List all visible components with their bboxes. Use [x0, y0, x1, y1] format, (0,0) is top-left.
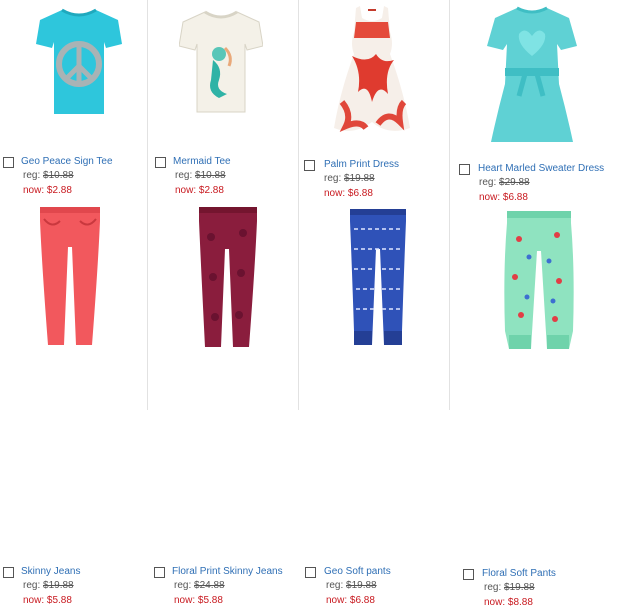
sale-price: now: $6.88 [324, 188, 373, 199]
regular-price: reg: $19.88 [324, 173, 375, 184]
select-checkbox[interactable] [3, 567, 14, 578]
product-name-link[interactable]: Floral Soft Pants [482, 568, 556, 579]
product-image[interactable] [332, 2, 412, 138]
product-card[interactable]: Heart Marled Sweater Dress reg: $29.88 n… [453, 0, 604, 203]
sale-price: now: $2.88 [23, 185, 72, 196]
sale-price: now: $6.88 [479, 192, 528, 203]
product-name-link[interactable]: Floral Print Skinny Jeans [172, 566, 283, 577]
product-name-link[interactable]: Heart Marled Sweater Dress [478, 163, 604, 174]
product-image[interactable] [485, 4, 579, 146]
product-name-link[interactable]: Palm Print Dress [324, 159, 399, 170]
product-card[interactable]: Geo Soft pants reg: $19.88 now: $6.88 [302, 205, 452, 606]
product-card[interactable]: Floral Print Skinny Jeans reg: $24.88 no… [151, 205, 301, 606]
product-image[interactable] [34, 207, 106, 347]
select-checkbox[interactable] [304, 160, 315, 171]
regular-price: reg: $10.88 [23, 170, 74, 181]
product-name-link[interactable]: Geo Peace Sign Tee [21, 156, 113, 167]
select-checkbox[interactable] [155, 157, 166, 168]
product-card[interactable]: Geo Peace Sign Tee reg: $10.88 now: $2.8… [0, 0, 150, 200]
product-image[interactable] [346, 209, 410, 347]
sale-price: now: $6.88 [326, 595, 375, 606]
regular-price: reg: $29.88 [479, 177, 530, 188]
select-checkbox[interactable] [459, 164, 470, 175]
product-name-link[interactable]: Geo Soft pants [324, 566, 391, 577]
product-name-link[interactable]: Skinny Jeans [21, 566, 80, 577]
product-image[interactable] [499, 211, 579, 351]
product-name-link[interactable]: Mermaid Tee [173, 156, 231, 167]
regular-price: reg: $19.88 [484, 582, 535, 593]
regular-price: reg: $10.88 [175, 170, 226, 181]
product-image[interactable] [179, 8, 263, 114]
product-image[interactable] [36, 6, 122, 116]
sale-price: now: $5.88 [23, 595, 72, 606]
product-card[interactable]: Floral Soft Pants reg: $19.88 now: $8.88 [453, 205, 603, 608]
sale-price: now: $8.88 [484, 597, 533, 608]
sale-price: now: $5.88 [174, 595, 223, 606]
select-checkbox[interactable] [3, 157, 14, 168]
select-checkbox[interactable] [305, 567, 316, 578]
sale-price: now: $2.88 [175, 185, 224, 196]
select-checkbox[interactable] [154, 567, 165, 578]
select-checkbox[interactable] [463, 569, 474, 580]
product-image[interactable] [193, 207, 263, 349]
product-card[interactable]: Mermaid Tee reg: $10.88 now: $2.88 [151, 0, 301, 200]
product-card[interactable]: Palm Print Dress reg: $19.88 now: $6.88 [302, 0, 452, 200]
regular-price: reg: $19.88 [23, 580, 74, 591]
regular-price: reg: $24.88 [174, 580, 225, 591]
product-card[interactable]: Skinny Jeans reg: $19.88 now: $5.88 [0, 205, 150, 606]
regular-price: reg: $19.88 [326, 580, 377, 591]
